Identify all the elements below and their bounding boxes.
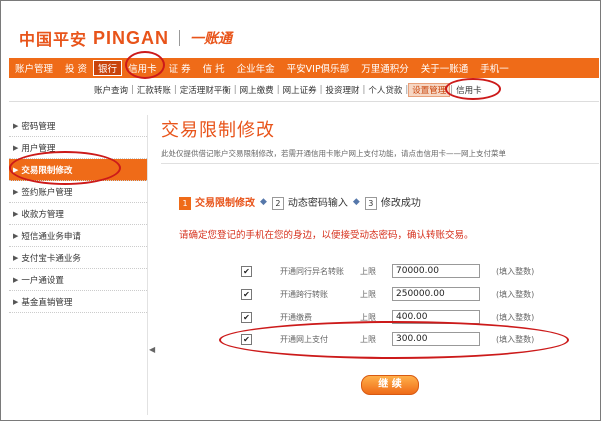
logo-divider — [179, 30, 181, 46]
sidebar-item-payees[interactable]: ▶ 收款方管理 — [9, 203, 147, 225]
sidebar-item-label: 收款方管理 — [21, 209, 64, 220]
limit-row-label: 开通同行异名转账 — [280, 266, 344, 276]
sidebar-item-sms[interactable]: ▶ 短信通业务申请 — [9, 225, 147, 247]
subnav-deposit-balance[interactable]: 定活理财平衡 — [177, 84, 234, 96]
nav-item-invest[interactable]: 投 资 — [59, 61, 93, 75]
highlight-circle-bank-tab — [125, 51, 165, 79]
sub-nav: 账户查询 | 汇款转账 | 定活理财平衡 | 网上缴费 | 网上证券 | 投资理财 | 个人… — [91, 82, 485, 98]
subnav-account-query[interactable]: 账户查询 — [91, 84, 131, 96]
step-3: 3 修改成功 — [364, 194, 421, 210]
highlight-circle-online-payment — [219, 321, 569, 359]
sidebar: ▶ 密码管理 ▶ 用户管理 ▶ 交易限制修改 ▶ 签约账户管理 ▶ 收款方管理 ▶ 短信通业… — [9, 115, 147, 313]
sidebar-item-one-account[interactable]: ▶ 一户通设置 — [9, 269, 147, 291]
subnav-settings[interactable]: 设置管理 — [408, 83, 451, 97]
arrow-right-icon: ◆ — [260, 197, 267, 207]
highlight-circle-settings — [445, 78, 501, 100]
sidebar-item-fund[interactable]: ▶ 基金直销管理 — [9, 291, 147, 313]
checkbox-same-bank[interactable]: ✔ — [241, 265, 252, 277]
page-title: 交易限制修改 — [161, 120, 275, 141]
limit-input-interbank[interactable]: 250000.00 — [392, 287, 480, 301]
browser-frame: 中国平安 PINGAN 一账通 账户管理 投 资 银行 信用卡 证 券 信 托 … — [0, 0, 601, 421]
limit-label: 上限 — [360, 289, 376, 299]
subnav-transfer[interactable]: 汇款转账 — [134, 84, 174, 96]
subnav-online-payment[interactable]: 网上缴费 — [237, 84, 277, 96]
step-number: 3 — [364, 197, 377, 210]
notice-text: 请确定您登记的手机在您的身边，以便接受动态密码，确认转账交易。 — [179, 230, 474, 241]
limit-label: 上限 — [360, 266, 376, 276]
main-nav: 账户管理 投 资 银行 信用卡 证 券 信 托 企业年金 平安VIP俱乐部 万里… — [9, 58, 599, 78]
collapse-sidebar-icon[interactable]: ◀ — [149, 345, 155, 354]
step-1: 1 交易限制修改 — [179, 194, 255, 210]
sidebar-item-password[interactable]: ▶ 密码管理 — [9, 115, 147, 137]
triangle-right-icon: ▶ — [13, 187, 19, 196]
subnav-wealth[interactable]: 投资理财 — [322, 84, 362, 96]
triangle-right-icon: ▶ — [13, 253, 19, 262]
step-number: 1 — [179, 197, 191, 210]
sidebar-item-label: 支付宝卡通业务 — [21, 253, 81, 264]
nav-item-accounts[interactable]: 账户管理 — [9, 61, 59, 75]
nav-item-vip-club[interactable]: 平安VIP俱乐部 — [281, 61, 356, 75]
arrow-right-icon: ◆ — [352, 197, 360, 207]
subnav-online-securities[interactable]: 网上证券 — [280, 84, 320, 96]
checkbox-bill-payment[interactable]: ✔ — [241, 311, 252, 323]
highlight-circle-sidebar — [9, 151, 121, 185]
nav-item-about[interactable]: 关于一账通 — [415, 61, 475, 75]
step-indicator: 1 交易限制修改 ◆ 2 动态密码输入 ◆ 3 修改成功 — [179, 194, 421, 210]
sidebar-item-label: 密码管理 — [21, 121, 56, 132]
nav-item-mobile[interactable]: 手机一 — [474, 61, 515, 75]
triangle-right-icon: ▶ — [13, 143, 19, 152]
limit-input-same-bank[interactable]: 70000.00 — [392, 264, 480, 278]
sidebar-item-label: 签约账户管理 — [21, 187, 73, 198]
sidebar-item-alipay[interactable]: ▶ 支付宝卡通业务 — [9, 247, 147, 269]
limit-hint: (填入整数) — [496, 312, 535, 322]
step-2: 2 动态密码输入 — [271, 194, 348, 210]
limit-hint: (填入整数) — [496, 289, 535, 299]
limit-row-interbank: ✔ 开通跨行转账 上限 250000.00 (填入整数) — [241, 286, 534, 302]
header-divider — [9, 101, 599, 102]
checkbox-interbank[interactable]: ✔ — [241, 288, 252, 300]
triangle-right-icon: ▶ — [13, 275, 19, 284]
triangle-right-icon: ▶ — [13, 121, 19, 130]
logo-english-text: PINGAN — [93, 27, 170, 48]
nav-item-securities[interactable]: 证 券 — [163, 61, 197, 75]
step-number: 2 — [271, 197, 284, 210]
limit-row-label: 开通跨行转账 — [280, 289, 328, 299]
nav-item-trust[interactable]: 信 托 — [197, 61, 231, 75]
continue-button[interactable]: 继 续 — [361, 375, 419, 395]
triangle-right-icon: ▶ — [13, 209, 19, 218]
sidebar-item-label: 基金直销管理 — [21, 297, 73, 308]
nav-item-bank[interactable]: 银行 — [93, 60, 123, 76]
page-description: 此处仅提供借记账户交易限制修改，若需开通信用卡账户网上支付功能，请点击信用卡——… — [161, 149, 506, 158]
step-label: 修改成功 — [380, 198, 421, 209]
sidebar-item-label: 短信通业务申请 — [21, 231, 81, 242]
logo-subtitle: 一账通 — [190, 31, 233, 47]
sidebar-item-label: 一户通设置 — [21, 275, 64, 286]
subnav-personal-loan[interactable]: 个人贷款 — [365, 84, 405, 96]
limit-row-same-bank: ✔ 开通同行异名转账 上限 70000.00 (填入整数) — [241, 263, 534, 279]
limit-hint: (填入整数) — [496, 266, 535, 276]
step-label: 动态密码输入 — [287, 198, 348, 209]
pingan-logo[interactable]: 中国平安 PINGAN 一账通 — [19, 26, 232, 50]
triangle-right-icon: ▶ — [13, 231, 19, 240]
triangle-right-icon: ▶ — [13, 297, 19, 306]
nav-item-points[interactable]: 万里通积分 — [355, 61, 415, 75]
sidebar-divider — [147, 115, 148, 415]
logo-chinese-text: 中国平安 — [19, 30, 88, 49]
title-divider — [161, 163, 599, 164]
step-label: 交易限制修改 — [195, 198, 255, 209]
nav-item-annuity[interactable]: 企业年金 — [231, 61, 281, 75]
